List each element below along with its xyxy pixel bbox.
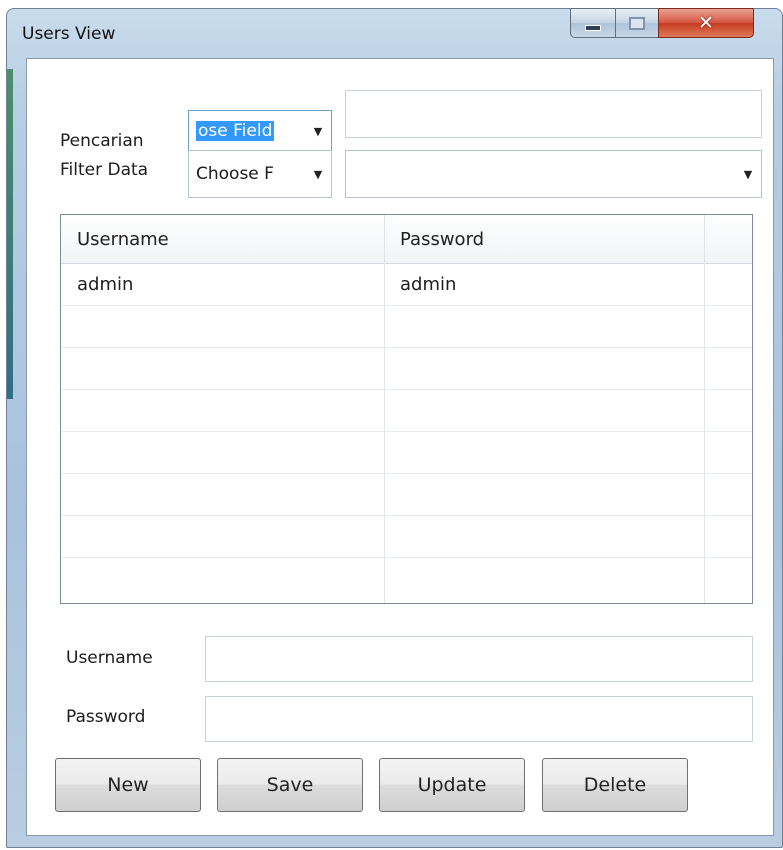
table-row-empty — [61, 515, 752, 558]
minimize-icon — [585, 25, 601, 31]
table-row-empty — [61, 431, 752, 474]
users-table[interactable]: Username Password admin admin — [60, 214, 753, 604]
search-field-dropdown[interactable]: ose Field ▼ — [188, 110, 332, 152]
close-icon: ✕ — [698, 12, 714, 34]
new-button[interactable]: New — [55, 758, 201, 812]
table-row-empty — [61, 389, 752, 432]
minimize-button[interactable] — [570, 8, 616, 38]
filter-label: Filter Data — [60, 160, 149, 180]
table-cell-password: admin — [400, 274, 457, 295]
chevron-down-icon: ▼ — [313, 124, 323, 138]
column-divider — [704, 215, 705, 603]
column-divider — [384, 215, 385, 603]
table-row-empty — [61, 473, 752, 516]
chevron-down-icon: ▼ — [743, 167, 753, 181]
frame-edge — [7, 69, 13, 399]
filter-field-value: Choose F — [196, 164, 274, 184]
table-row-empty — [61, 347, 752, 390]
table-row[interactable]: admin admin — [61, 263, 752, 306]
maximize-icon — [629, 16, 645, 30]
window-title: Users View — [22, 24, 116, 44]
column-header-password[interactable]: Password — [384, 215, 704, 263]
save-button[interactable]: Save — [217, 758, 363, 812]
delete-button[interactable]: Delete — [542, 758, 688, 812]
table-row-empty — [61, 305, 752, 348]
password-field[interactable] — [205, 696, 753, 742]
update-button[interactable]: Update — [379, 758, 525, 812]
table-cell-username: admin — [77, 274, 134, 295]
filter-field-dropdown[interactable]: Choose F ▼ — [188, 150, 332, 198]
column-header-username[interactable]: Username — [61, 215, 384, 263]
search-field-value: ose Field — [196, 121, 275, 141]
password-label: Password — [66, 707, 146, 727]
username-field[interactable] — [205, 636, 753, 682]
filter-value-dropdown[interactable]: ▼ — [345, 150, 762, 198]
search-label: Pencarian — [60, 131, 144, 151]
close-button[interactable]: ✕ — [658, 8, 754, 38]
search-input[interactable] — [345, 90, 762, 138]
maximize-button[interactable] — [615, 8, 659, 38]
chevron-down-icon: ▼ — [313, 167, 323, 181]
username-label: Username — [66, 648, 153, 668]
table-header: Username Password — [61, 215, 752, 264]
